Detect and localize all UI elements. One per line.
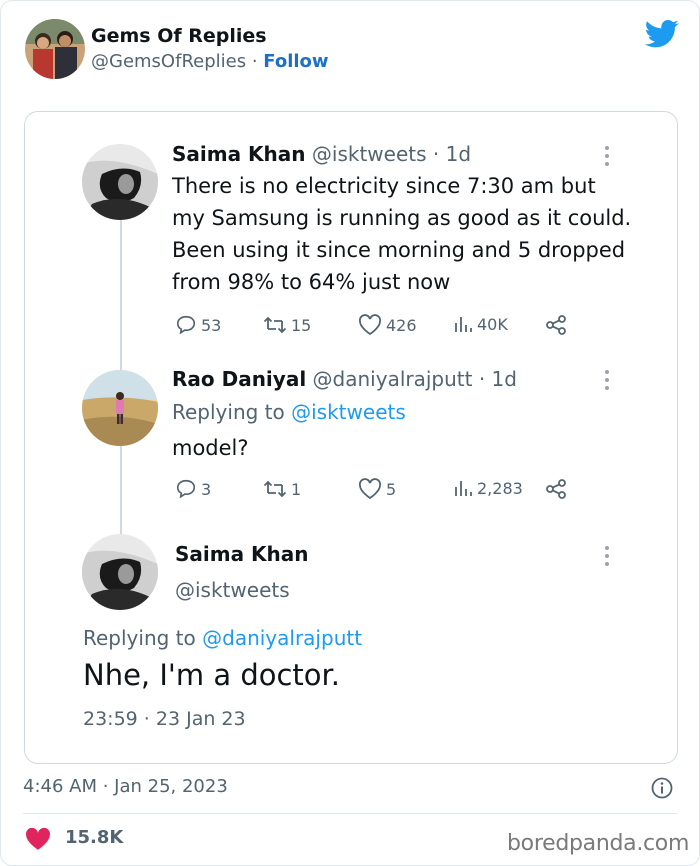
author-avatar[interactable] [25, 19, 85, 79]
author-name[interactable]: Gems Of Replies [91, 25, 267, 47]
views-icon [455, 317, 472, 332]
like-count: 15.8K [65, 827, 124, 848]
tweet1-more-icon[interactable] [605, 146, 609, 170]
author-handle[interactable]: @GemsOfReplies [91, 51, 246, 72]
retweet-icon [263, 316, 287, 334]
retweet-count: 1 [291, 479, 302, 499]
like-button[interactable]: 5 [358, 478, 396, 500]
retweet-button[interactable]: 15 [263, 314, 311, 336]
reply-icon [176, 315, 196, 335]
reply-count: 53 [201, 315, 222, 335]
info-icon[interactable] [651, 777, 673, 799]
like-button[interactable]: 426 [358, 314, 417, 336]
tweet3-name[interactable]: Saima Khan [175, 542, 309, 566]
tweet2-header: Rao Daniyal @daniyalrajputt · 1d [172, 367, 517, 391]
views-button[interactable]: 2,283 [453, 478, 523, 498]
tweet1-actions: 53 15 426 40K [175, 314, 605, 340]
tweet3-handle[interactable]: @isktweets [175, 578, 290, 602]
tweet3-replying-to: Replying to @daniyalrajputt [83, 626, 362, 650]
retweet-count: 15 [291, 315, 312, 335]
reply-button[interactable]: 3 [175, 478, 211, 500]
tweet2-more-icon[interactable] [605, 370, 609, 394]
separator: · [246, 51, 264, 72]
view-count: 2,283 [477, 478, 523, 498]
share-button[interactable] [545, 478, 567, 500]
share-button[interactable] [545, 314, 567, 336]
tweet3-avatar[interactable] [82, 534, 158, 610]
thread-line [120, 220, 122, 370]
like-count: 5 [386, 479, 397, 499]
watermark: boredpanda.com [507, 831, 690, 856]
tweet1-text: There is no electricity since 7:30 am bu… [172, 174, 632, 294]
reply-icon [176, 479, 196, 499]
tweet3-more-icon[interactable] [605, 546, 609, 570]
views-button[interactable]: 40K [453, 314, 508, 334]
replying-handle-link[interactable]: @daniyalrajputt [202, 626, 362, 650]
reply-button[interactable]: 53 [175, 314, 221, 336]
tweet2-name[interactable]: Rao Daniyal [172, 367, 306, 391]
tweet3-timestamp[interactable]: 23:59 · 23 Jan 23 [83, 708, 246, 730]
tweet1-name[interactable]: Saima Khan [172, 142, 306, 166]
tweet2-replying-to: Replying to @isktweets [172, 400, 406, 424]
replying-prefix: Replying to [83, 626, 203, 650]
heart-outline-icon [358, 314, 382, 336]
tweet2-meta: @daniyalrajputt · 1d [306, 367, 517, 391]
replying-prefix: Replying to [172, 400, 292, 424]
retweet-icon [263, 480, 287, 498]
embedded-tweet-screenshot: Saima Khan @isktweets · 1d There is no e… [24, 111, 678, 764]
share-icon [546, 315, 566, 335]
author-handle-line: @GemsOfReplies · Follow [91, 51, 329, 72]
tweet2-avatar[interactable] [82, 370, 158, 446]
twitter-bird-icon[interactable] [645, 19, 679, 49]
retweet-button[interactable]: 1 [263, 478, 301, 500]
thread-line [120, 442, 122, 534]
tweet1-meta: @isktweets · 1d [305, 142, 472, 166]
tweet1-avatar[interactable] [82, 144, 158, 220]
tweet-embed-card: Gems Of Replies @GemsOfReplies · Follow … [0, 0, 700, 866]
tweet3-text: Nhe, I'm a doctor. [83, 658, 341, 692]
reply-count: 3 [201, 479, 212, 499]
post-timestamp[interactable]: 4:46 AM · Jan 25, 2023 [23, 776, 228, 797]
like-count: 426 [386, 315, 417, 335]
view-count: 40K [477, 314, 508, 334]
follow-button[interactable]: Follow [263, 51, 328, 72]
tweet2-text: model? [172, 436, 249, 460]
views-icon [455, 481, 472, 496]
divider [23, 813, 677, 814]
replying-handle-link[interactable]: @isktweets [291, 400, 406, 424]
tweet1-header: Saima Khan @isktweets · 1d [172, 142, 471, 166]
share-icon [546, 479, 566, 499]
tweet2-actions: 3 1 5 2,283 [175, 478, 605, 504]
heart-outline-icon [358, 478, 382, 500]
heart-icon[interactable] [25, 827, 51, 851]
truncated-text-remnant [85, 752, 305, 758]
